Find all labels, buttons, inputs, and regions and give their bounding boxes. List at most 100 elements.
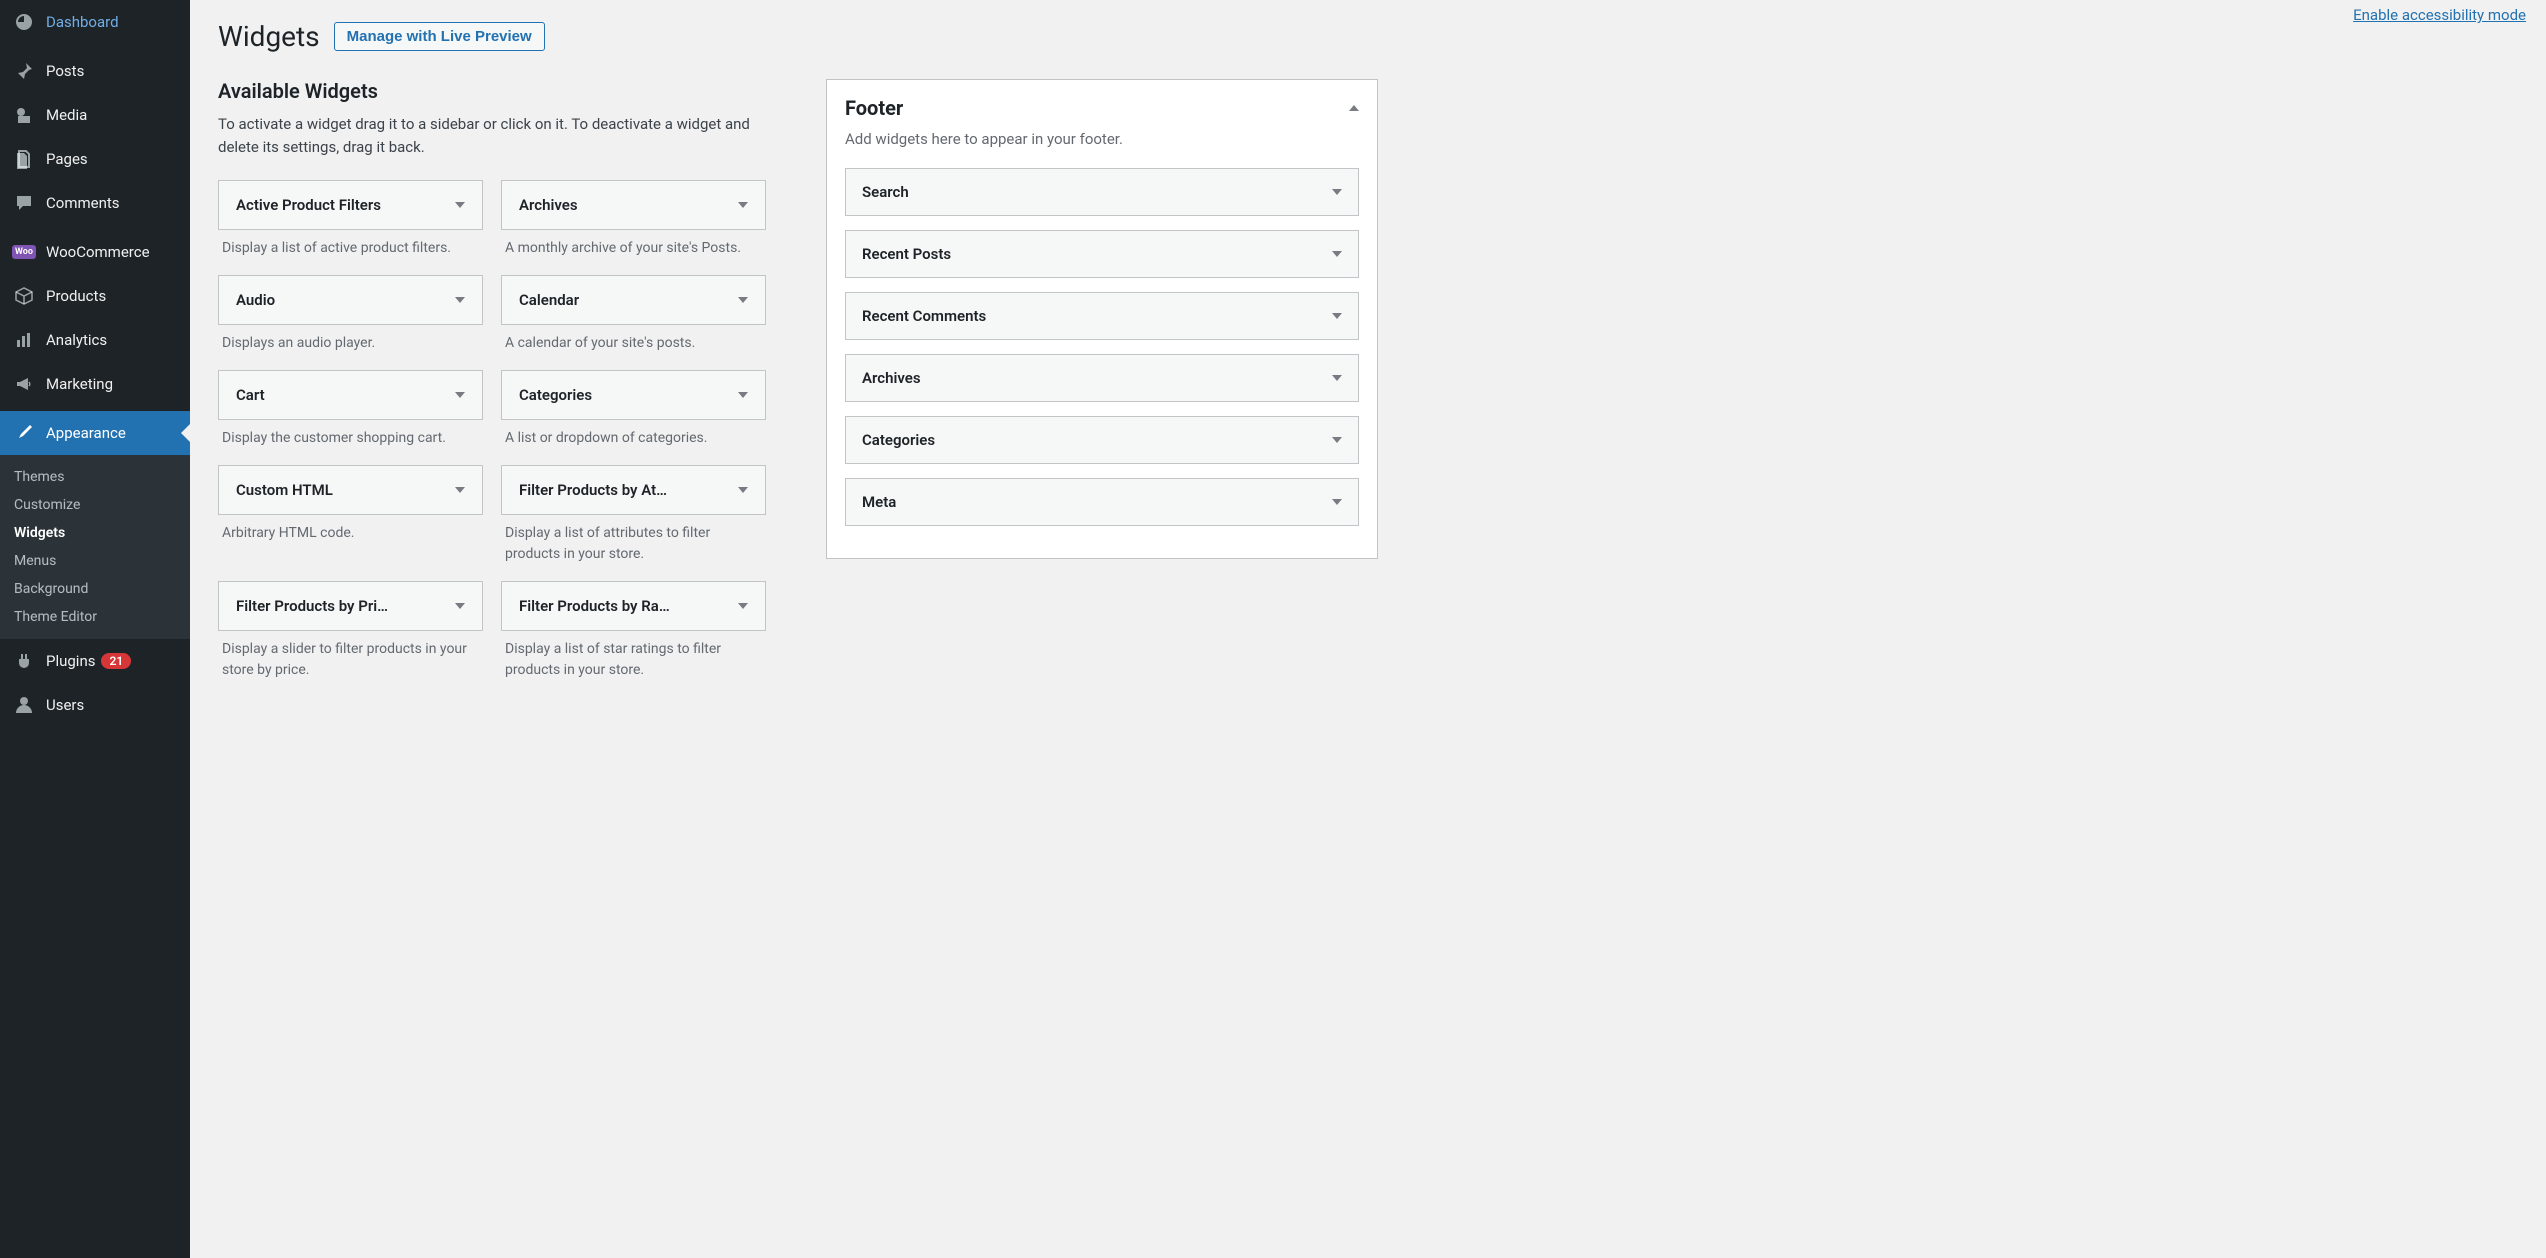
available-widget-head[interactable]: Categories [502, 371, 765, 419]
sidebar-item-analytics[interactable]: Analytics [0, 318, 190, 362]
widget-area-header[interactable]: Footer [845, 96, 1359, 120]
pin-icon [12, 59, 36, 83]
sidebar-item-label: Dashboard [46, 13, 119, 31]
available-widget-title: Cart [236, 386, 265, 404]
widget-area-title: Footer [845, 96, 903, 120]
available-widget-desc: A calendar of your site's posts. [501, 325, 766, 360]
footer-widget-item[interactable]: Meta [845, 478, 1359, 526]
sidebar-item-pages[interactable]: Pages [0, 137, 190, 181]
available-widget[interactable]: Filter Products by Ra… [501, 581, 766, 631]
available-widget-head[interactable]: Audio [219, 276, 482, 324]
available-widget-head[interactable]: Filter Products by Ra… [502, 582, 765, 630]
dashboard-icon [12, 10, 36, 34]
available-widget[interactable]: Archives [501, 180, 766, 230]
chevron-up-icon [1349, 105, 1359, 111]
sidebar-item-dashboard[interactable]: Dashboard [0, 0, 190, 44]
chevron-down-icon [738, 603, 748, 609]
sidebar-item-label: Appearance [46, 424, 126, 442]
submenu-menus[interactable]: Menus [0, 547, 190, 575]
footer-widget-item[interactable]: Recent Posts [845, 230, 1359, 278]
available-widget[interactable]: Custom HTML [218, 465, 483, 515]
sidebar-item-label: Products [46, 287, 106, 305]
footer-widget-item[interactable]: Categories [845, 416, 1359, 464]
footer-widget-title: Categories [862, 431, 935, 449]
available-widget-head[interactable]: Custom HTML [219, 466, 482, 514]
chevron-down-icon [455, 603, 465, 609]
available-widget-title: Categories [519, 386, 592, 404]
footer-widget-item[interactable]: Search [845, 168, 1359, 216]
widget-areas-column: Footer Add widgets here to appear in you… [826, 79, 1378, 559]
available-widget-head[interactable]: Cart [219, 371, 482, 419]
plugins-update-badge: 21 [101, 653, 131, 669]
available-widget[interactable]: Active Product Filters [218, 180, 483, 230]
chevron-down-icon [1332, 437, 1342, 443]
sidebar-item-comments[interactable]: Comments [0, 181, 190, 225]
available-widget-desc: Arbitrary HTML code. [218, 515, 483, 550]
appearance-submenu: Themes Customize Widgets Menus Backgroun… [0, 455, 190, 639]
available-widget[interactable]: Categories [501, 370, 766, 420]
available-widget-title: Custom HTML [236, 481, 333, 499]
chevron-down-icon [455, 297, 465, 303]
available-widget-title: Filter Products by Pri… [236, 597, 388, 615]
available-widget-desc: Display the customer shopping cart. [218, 420, 483, 455]
sidebar-item-label: WooCommerce [46, 243, 150, 261]
sidebar-item-plugins[interactable]: Plugins 21 [0, 639, 190, 683]
footer-widget-item[interactable]: Recent Comments [845, 292, 1359, 340]
available-widget[interactable]: Filter Products by At… [501, 465, 766, 515]
products-icon [12, 284, 36, 308]
chevron-down-icon [1332, 375, 1342, 381]
submenu-customize[interactable]: Customize [0, 491, 190, 519]
sidebar-item-label: Pages [46, 150, 88, 168]
sidebar-item-products[interactable]: Products [0, 274, 190, 318]
sidebar-item-label: Analytics [46, 331, 107, 349]
submenu-background[interactable]: Background [0, 575, 190, 603]
admin-sidebar: Dashboard Posts Media Pages Comments Woo… [0, 0, 190, 1258]
chevron-down-icon [738, 202, 748, 208]
submenu-themes[interactable]: Themes [0, 463, 190, 491]
sidebar-item-label: Users [46, 696, 84, 714]
sidebar-item-label: Marketing [46, 375, 113, 393]
available-widgets-desc: To activate a widget drag it to a sideba… [218, 113, 766, 158]
available-widget[interactable]: Filter Products by Pri… [218, 581, 483, 631]
available-widget-head[interactable]: Filter Products by At… [502, 466, 765, 514]
submenu-theme-editor[interactable]: Theme Editor [0, 603, 190, 631]
available-widget-desc: Display a list of attributes to filter p… [501, 515, 766, 571]
available-widget-head[interactable]: Active Product Filters [219, 181, 482, 229]
sidebar-item-label: Comments [46, 194, 120, 212]
available-widget-title: Filter Products by Ra… [519, 597, 670, 615]
available-widget-desc: A list or dropdown of categories. [501, 420, 766, 455]
submenu-widgets[interactable]: Widgets [0, 519, 190, 547]
chevron-down-icon [738, 297, 748, 303]
available-widget[interactable]: Cart [218, 370, 483, 420]
chevron-down-icon [455, 202, 465, 208]
sidebar-item-label: Posts [46, 62, 84, 80]
available-widget[interactable]: Audio [218, 275, 483, 325]
available-widget-desc: Displays an audio player. [218, 325, 483, 360]
sidebar-item-appearance[interactable]: Appearance [0, 411, 190, 455]
available-widget-desc: Display a list of star ratings to fil­te… [501, 631, 766, 687]
sidebar-item-posts[interactable]: Posts [0, 49, 190, 93]
available-widget[interactable]: Calendar [501, 275, 766, 325]
available-widget-head[interactable]: Calendar [502, 276, 765, 324]
sidebar-item-media[interactable]: Media [0, 93, 190, 137]
sidebar-item-woocommerce[interactable]: Woo WooCommerce [0, 230, 190, 274]
chevron-down-icon [1332, 313, 1342, 319]
sidebar-item-marketing[interactable]: Marketing [0, 362, 190, 406]
available-widget-desc: A monthly archive of your site's Posts. [501, 230, 766, 265]
page-title: Widgets [218, 20, 320, 53]
footer-widget-title: Recent Posts [862, 245, 951, 263]
accessibility-mode-link[interactable]: Enable accessibility mode [2353, 6, 2526, 24]
footer-widget-title: Search [862, 183, 909, 201]
footer-widget-title: Recent Comments [862, 307, 986, 325]
sidebar-item-users[interactable]: Users [0, 683, 190, 727]
available-widget-head[interactable]: Filter Products by Pri… [219, 582, 482, 630]
available-widget-title: Audio [236, 291, 275, 309]
pages-icon [12, 147, 36, 171]
available-widget-title: Archives [519, 196, 578, 214]
chevron-down-icon [738, 392, 748, 398]
available-widget-head[interactable]: Archives [502, 181, 765, 229]
footer-widget-title: Meta [862, 493, 896, 511]
manage-live-preview-button[interactable]: Manage with Live Preview [334, 22, 545, 51]
available-widget-desc: Display a list of active product filters… [218, 230, 483, 265]
footer-widget-item[interactable]: Archives [845, 354, 1359, 402]
